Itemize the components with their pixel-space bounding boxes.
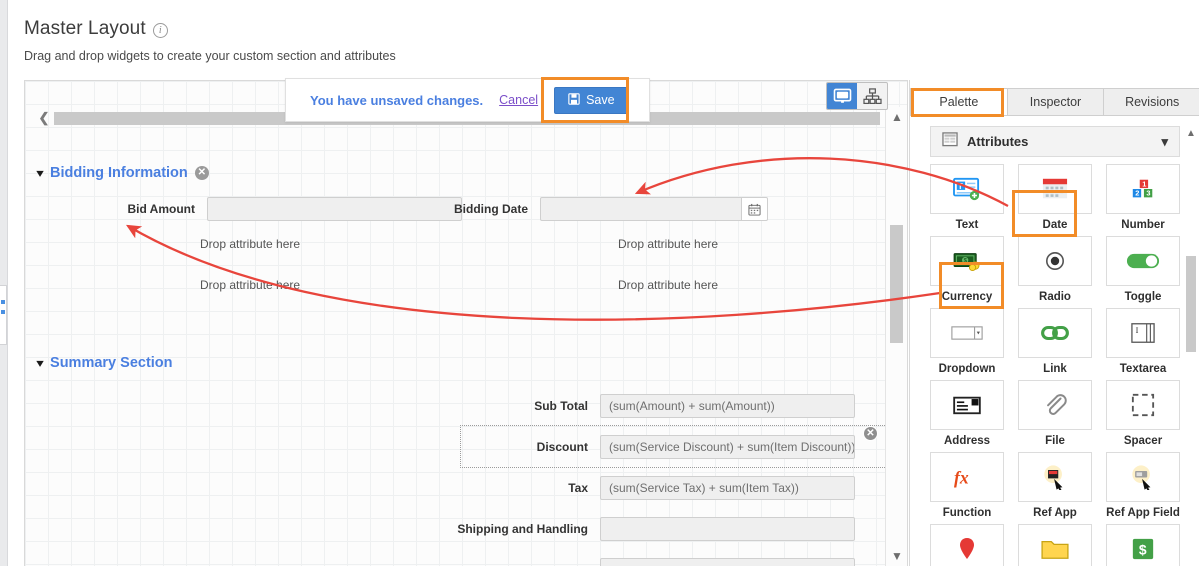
arrow-currency-to-bid-amount [126, 224, 941, 321]
cancel-link[interactable]: Cancel [499, 93, 538, 107]
monitor-icon[interactable] [827, 83, 857, 109]
tab-palette[interactable]: Palette [910, 88, 1008, 115]
floppy-disk-icon [568, 92, 580, 108]
unsaved-changes-bar: You have unsaved changes. Cancel Save [285, 78, 650, 122]
view-mode-toggle[interactable] [826, 82, 888, 110]
app-root: Master Layout i Drag and drop widgets to… [0, 0, 1199, 566]
arrow-date-to-bidding-date [634, 157, 1009, 208]
save-button-label: Save [586, 93, 615, 107]
save-button[interactable]: Save [554, 86, 629, 114]
hierarchy-icon[interactable] [857, 83, 887, 109]
unsaved-changes-message: You have unsaved changes. [310, 92, 484, 108]
